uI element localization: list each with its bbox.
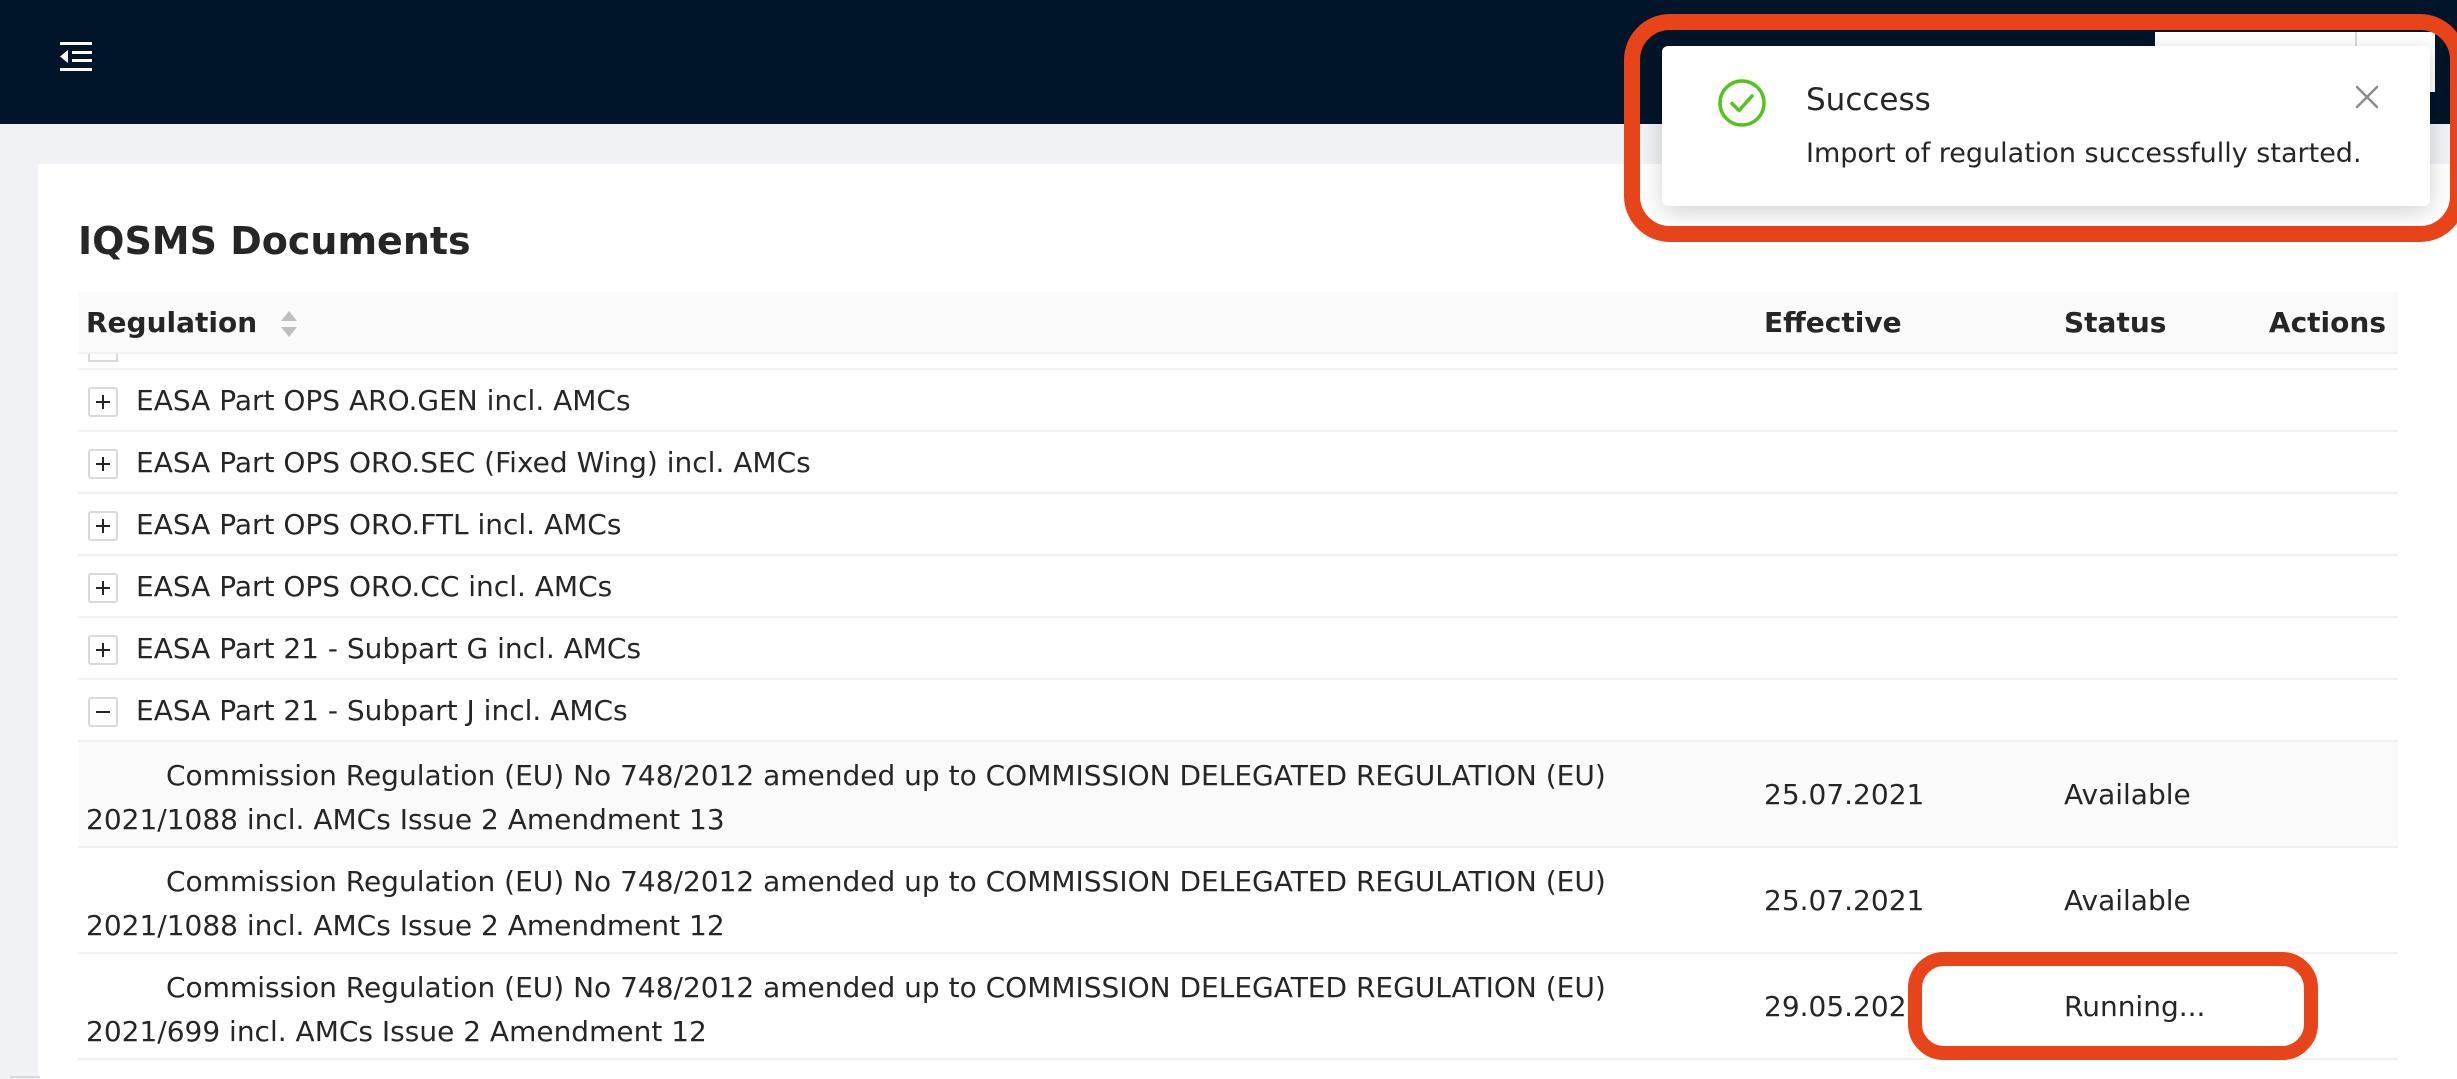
- effective-date: 29.05.2021: [1764, 990, 1925, 1023]
- table-row-group: EASA Part OPS ORO.CC incl. AMCs: [78, 556, 2398, 618]
- table-row-partial: [78, 354, 2398, 370]
- regulation-title: Commission Regulation (EU) No 748/2012 a…: [86, 865, 1606, 942]
- close-icon[interactable]: [2354, 84, 2380, 110]
- success-notification: Success Import of regulation successfull…: [1662, 46, 2430, 206]
- status-text: Available: [2064, 778, 2191, 811]
- notification-message: Import of regulation successfully starte…: [1806, 138, 2362, 169]
- page-title: IQSMS Documents: [78, 219, 471, 263]
- column-header-effective: Effective: [1764, 306, 1902, 339]
- table-row-group: EASA Part 21 - Subpart J incl. AMCs: [78, 680, 2398, 742]
- group-label: EASA Part 21 - Subpart J incl. AMCs: [136, 694, 628, 727]
- table-row[interactable]: Commission Regulation (EU) No 748/2012 a…: [78, 848, 2398, 954]
- table-row-group: EASA Part OPS ARO.GEN incl. AMCs: [78, 370, 2398, 432]
- expand-button-partial[interactable]: [88, 354, 118, 362]
- expand-icon[interactable]: [88, 635, 118, 665]
- table-row-group: EASA Part OPS ORO.FTL incl. AMCs: [78, 494, 2398, 556]
- group-label: EASA Part OPS ORO.FTL incl. AMCs: [136, 508, 622, 541]
- column-header-status: Status: [2064, 306, 2167, 339]
- regulation-title: Commission Regulation (EU) No 748/2012 a…: [86, 971, 1606, 1048]
- group-label: EASA Part OPS ORO.CC incl. AMCs: [136, 570, 613, 603]
- group-label: EASA Part OPS ORO.SEC (Fixed Wing) incl.…: [136, 446, 811, 479]
- status-text: Available: [2064, 884, 2191, 917]
- expand-icon[interactable]: [88, 573, 118, 603]
- column-header-regulation[interactable]: Regulation: [86, 292, 297, 354]
- check-circle-icon: [1718, 79, 1766, 127]
- expand-icon[interactable]: [88, 449, 118, 479]
- group-label: EASA Part OPS ARO.GEN incl. AMCs: [136, 384, 631, 417]
- table-row[interactable]: Commission Regulation (EU) No 748/2012 a…: [78, 742, 2398, 848]
- effective-date: 25.07.2021: [1764, 778, 1925, 811]
- table-header: Regulation Effective Status Actions: [78, 292, 2398, 354]
- notification-title: Success: [1806, 82, 1931, 118]
- documents-card: IQSMS Documents Regulation Effective Sta…: [38, 164, 2457, 1079]
- regulations-table: Regulation Effective Status Actions EASA…: [78, 292, 2398, 1060]
- expand-icon[interactable]: [88, 511, 118, 541]
- regulation-title: Commission Regulation (EU) No 748/2012 a…: [86, 759, 1606, 836]
- expand-icon[interactable]: [88, 387, 118, 417]
- table-row-group: EASA Part OPS ORO.SEC (Fixed Wing) incl.…: [78, 432, 2398, 494]
- column-header-actions: Actions: [2268, 306, 2386, 339]
- group-label: EASA Part 21 - Subpart G incl. AMCs: [136, 632, 642, 665]
- menu-fold-icon[interactable]: [56, 38, 96, 74]
- sort-icon[interactable]: [280, 311, 297, 337]
- collapse-icon[interactable]: [88, 697, 118, 727]
- status-highlight-annotation: [1908, 952, 2318, 1060]
- effective-date: 25.07.2021: [1764, 884, 1925, 917]
- column-header-regulation-label: Regulation: [86, 306, 258, 339]
- table-row-group: EASA Part 21 - Subpart G incl. AMCs: [78, 618, 2398, 680]
